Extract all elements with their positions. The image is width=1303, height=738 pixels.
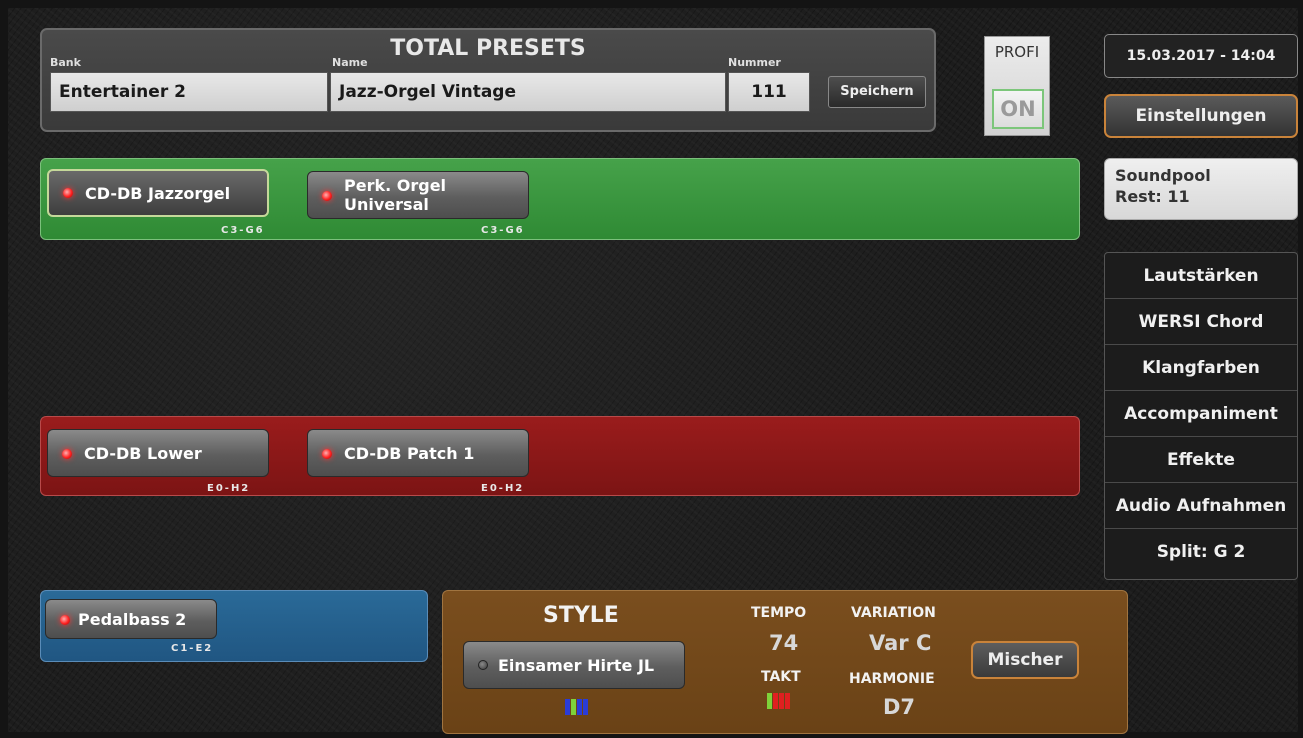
lower-voice-2-label: CD-DB Patch 1 <box>344 443 475 463</box>
preset-number-field[interactable]: 111 <box>728 72 810 112</box>
menu-wersi-chord[interactable]: WERSI Chord <box>1105 299 1297 345</box>
soundpool-label: Soundpool <box>1115 166 1211 185</box>
style-select-button[interactable]: Einsamer Hirte JL <box>463 641 685 689</box>
preset-name-field[interactable]: Jazz-Orgel Vintage <box>330 72 726 112</box>
lower-voice-1-range: E0-H2 <box>207 483 251 494</box>
style-indicator-bar-2 <box>571 699 576 715</box>
upper-voice-2-led-icon <box>322 191 332 201</box>
side-menu: Lautstärken WERSI Chord Klangfarben Acco… <box>1104 252 1298 580</box>
style-led-icon <box>478 660 488 670</box>
style-indicator-bar-3 <box>577 699 582 715</box>
profi-label: PROFI <box>994 43 1040 61</box>
upper-voice-1-led-icon <box>63 188 73 198</box>
tempo-value[interactable]: 74 <box>769 631 798 655</box>
style-indicator-bar-1 <box>565 699 570 715</box>
lower-voice-1-label: CD-DB Lower <box>84 443 202 463</box>
upper-voice-1-label: CD-DB Jazzorgel <box>85 183 231 203</box>
upper-voice-2-label: Perk. Orgel Universal <box>344 172 446 218</box>
preset-panel: TOTAL PRESETS Bank Name Nummer Entertain… <box>40 28 936 132</box>
tempo-label: TEMPO <box>751 605 807 621</box>
menu-accompaniment[interactable]: Accompaniment <box>1105 391 1297 437</box>
bank-field[interactable]: Entertainer 2 <box>50 72 328 112</box>
harmonie-value: D7 <box>883 695 916 719</box>
takt-indicator-bar-2 <box>773 693 778 709</box>
settings-button[interactable]: Einstellungen <box>1104 94 1298 138</box>
style-panel: STYLE Einsamer Hirte JL TEMPO 74 TAKT VA… <box>442 590 1128 734</box>
lower-voice-2-led-icon <box>322 449 332 459</box>
soundpool-status: Soundpool Rest: 11 <box>1104 158 1298 220</box>
lower-manual-band: CD-DB Lower E0-H2 CD-DB Patch 1 E0-H2 <box>40 416 1080 496</box>
style-indicator-bar-4 <box>583 699 588 715</box>
pedal-voice-1-label: Pedalbass 2 <box>78 609 187 629</box>
harmonie-label: HARMONIE <box>849 671 935 687</box>
upper-voice-2-button[interactable]: Perk. Orgel Universal <box>307 171 529 219</box>
style-indicator-icon <box>565 699 589 719</box>
takt-label: TAKT <box>761 669 801 685</box>
save-button[interactable]: Speichern <box>828 76 926 108</box>
menu-volumes[interactable]: Lautstärken <box>1105 253 1297 299</box>
pedal-voice-1-button[interactable]: Pedalbass 2 <box>45 599 217 639</box>
pedal-band: Pedalbass 2 C1-E2 <box>40 590 428 662</box>
pedal-voice-1-range: C1-E2 <box>171 643 214 654</box>
number-label: Nummer <box>728 56 781 69</box>
preset-title: TOTAL PRESETS <box>390 36 586 61</box>
takt-indicator-bar-1 <box>767 693 772 709</box>
style-heading: STYLE <box>543 603 619 628</box>
name-label: Name <box>332 56 368 69</box>
takt-indicator-bar-4 <box>785 693 790 709</box>
style-name: Einsamer Hirte JL <box>498 655 655 675</box>
takt-indicator-icon <box>767 693 791 713</box>
takt-indicator-bar-3 <box>779 693 784 709</box>
pedal-voice-1-led-icon <box>60 615 70 625</box>
lower-voice-1-led-icon <box>62 449 72 459</box>
lower-voice-2-range: E0-H2 <box>481 483 525 494</box>
menu-audio-recording[interactable]: Audio Aufnahmen <box>1105 483 1297 529</box>
datetime-display: 15.03.2017 - 14:04 <box>1104 34 1298 78</box>
variation-value[interactable]: Var C <box>869 631 931 655</box>
lower-voice-1-button[interactable]: CD-DB Lower <box>47 429 269 477</box>
upper-manual-band: CD-DB Jazzorgel C3-G6 Perk. Orgel Univer… <box>40 158 1080 240</box>
variation-label: VARIATION <box>851 605 936 621</box>
menu-split[interactable]: Split: G 2 <box>1105 529 1297 575</box>
upper-voice-2-line1: Perk. Orgel <box>344 176 447 195</box>
upper-voice-2-line2: Universal <box>344 195 429 214</box>
profi-on-button[interactable]: ON <box>992 89 1044 129</box>
menu-effects[interactable]: Effekte <box>1105 437 1297 483</box>
mixer-button[interactable]: Mischer <box>971 641 1079 679</box>
soundpool-rest: Rest: 11 <box>1115 187 1190 206</box>
upper-voice-1-range: C3-G6 <box>221 225 265 236</box>
profi-toggle-panel: PROFI ON <box>984 36 1050 136</box>
upper-voice-2-range: C3-G6 <box>481 225 525 236</box>
lower-voice-2-button[interactable]: CD-DB Patch 1 <box>307 429 529 477</box>
menu-sounds[interactable]: Klangfarben <box>1105 345 1297 391</box>
upper-voice-1-button[interactable]: CD-DB Jazzorgel <box>47 169 269 217</box>
screen: TOTAL PRESETS Bank Name Nummer Entertain… <box>8 8 1298 734</box>
bank-label: Bank <box>50 56 81 69</box>
